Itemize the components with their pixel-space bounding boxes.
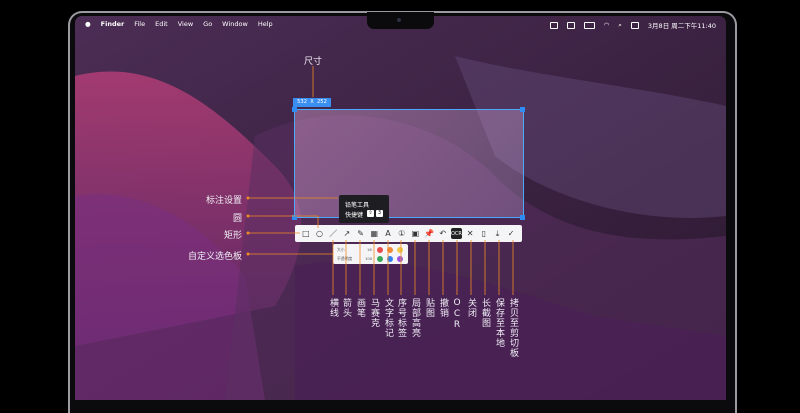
tooltip-shortcut-label: 快捷键 bbox=[345, 212, 364, 219]
menu-app-name[interactable]: Finder bbox=[101, 20, 125, 28]
tool-label-arrow: 箭头 bbox=[341, 298, 351, 318]
screenshot-app-icon[interactable] bbox=[566, 21, 575, 29]
annotation-custom-color: 自定义选色板 bbox=[188, 252, 243, 262]
resize-handle-tl[interactable] bbox=[292, 107, 297, 112]
menu-file[interactable]: File bbox=[134, 20, 145, 28]
undo-icon[interactable]: ↶ bbox=[437, 228, 448, 239]
input-source-icon[interactable] bbox=[549, 21, 558, 29]
close-icon[interactable]: ✕ bbox=[465, 228, 476, 239]
color-swatch-blue[interactable] bbox=[387, 256, 393, 262]
tool-label-brush: 画笔 bbox=[355, 298, 365, 318]
text-tool-icon[interactable]: A bbox=[382, 228, 393, 239]
shortcut-key-shift: ⇧ bbox=[367, 210, 374, 217]
pin-tool-icon[interactable]: 📌 bbox=[424, 228, 435, 239]
menu-help[interactable]: Help bbox=[258, 20, 273, 28]
menu-bar: ● Finder File Edit View Go Window Help ◠… bbox=[75, 16, 726, 32]
save-icon[interactable]: ⤓ bbox=[492, 228, 503, 239]
annotation-settings: 标注设置 bbox=[206, 196, 243, 206]
pencil-tool-icon[interactable]: ✎ bbox=[355, 228, 366, 239]
tool-label-long: 长截图 bbox=[480, 298, 490, 328]
tool-tooltip: 铅笔工具 快捷键 ⇧ 3 bbox=[339, 195, 389, 223]
color-swatch-red[interactable] bbox=[377, 247, 383, 253]
annotation-size: 尺寸 bbox=[304, 57, 323, 67]
resize-handle-br[interactable] bbox=[520, 215, 525, 220]
tool-label-copy: 拷贝至剪切板 bbox=[508, 298, 518, 358]
opacity-label: 不透明度 bbox=[337, 256, 353, 261]
color-swatch-orange[interactable] bbox=[387, 247, 393, 253]
highlight-tool-icon[interactable]: ▣ bbox=[410, 228, 421, 239]
arrow-tool-icon[interactable]: ↗ bbox=[341, 228, 352, 239]
shortcut-key-3: 3 bbox=[376, 210, 383, 217]
menu-clock[interactable]: 3月8日 周二下午11:40 bbox=[648, 20, 716, 30]
apple-icon[interactable]: ● bbox=[85, 20, 91, 28]
tool-label-close: 关闭 bbox=[466, 298, 476, 318]
menu-view[interactable]: View bbox=[178, 20, 193, 28]
number-tool-icon[interactable]: ① bbox=[396, 228, 407, 239]
tool-label-number: 序号标签 bbox=[396, 298, 406, 338]
color-swatch-purple[interactable] bbox=[397, 256, 403, 262]
circle-tool-icon[interactable]: ○ bbox=[314, 228, 325, 239]
opacity-value[interactable]: 100 bbox=[365, 256, 372, 261]
resize-handle-tr[interactable] bbox=[520, 107, 525, 112]
long-screenshot-icon[interactable]: ▯ bbox=[478, 228, 489, 239]
tool-label-mosaic: 马赛克 bbox=[369, 298, 379, 328]
menu-go[interactable]: Go bbox=[203, 20, 212, 28]
menu-edit[interactable]: Edit bbox=[155, 20, 168, 28]
copy-done-icon[interactable]: ✓ bbox=[506, 228, 517, 239]
color-swatch-yellow[interactable] bbox=[397, 247, 403, 253]
tool-label-pin: 贴图 bbox=[424, 298, 434, 318]
resize-handle-bl[interactable] bbox=[292, 215, 297, 220]
annotation-rect: 矩形 bbox=[224, 231, 243, 241]
battery-icon[interactable] bbox=[583, 21, 595, 29]
tool-label-text: 文字标记 bbox=[383, 298, 393, 338]
search-icon[interactable]: ⌕ bbox=[618, 21, 622, 30]
control-center-icon[interactable] bbox=[630, 21, 639, 29]
mosaic-tool-icon[interactable]: ▦ bbox=[369, 228, 380, 239]
rectangle-tool-icon[interactable]: □ bbox=[300, 228, 311, 239]
tool-label-ocr: OCR bbox=[452, 298, 462, 331]
selection-size-badge: 532 X 252 bbox=[293, 98, 331, 107]
line-tool-icon[interactable]: ／ bbox=[328, 228, 339, 239]
menu-window[interactable]: Window bbox=[222, 20, 248, 28]
capture-selection[interactable] bbox=[294, 109, 524, 218]
tool-label-highlight: 局部高亮 bbox=[410, 298, 420, 338]
color-swatch-green[interactable] bbox=[377, 256, 383, 262]
annotation-settings-panel: 大小 16 不透明度 100 bbox=[333, 244, 408, 264]
screenshot-toolbar: □ ○ ／ ↗ ✎ ▦ A ① ▣ 📌 ↶ OCR ✕ ▯ ⤓ ✓ bbox=[295, 225, 522, 242]
tool-label-line: 横线 bbox=[328, 298, 338, 318]
tooltip-title: 铅笔工具 bbox=[345, 202, 370, 209]
tool-label-undo: 撤销 bbox=[438, 298, 448, 318]
tool-label-save: 保存至本地 bbox=[494, 298, 504, 348]
annotation-circle: 圆 bbox=[233, 214, 243, 224]
ocr-icon[interactable]: OCR bbox=[450, 228, 462, 239]
size-value[interactable]: 16 bbox=[367, 247, 372, 252]
wifi-icon[interactable]: ◠ bbox=[604, 21, 610, 29]
size-label: 大小 bbox=[337, 247, 345, 252]
